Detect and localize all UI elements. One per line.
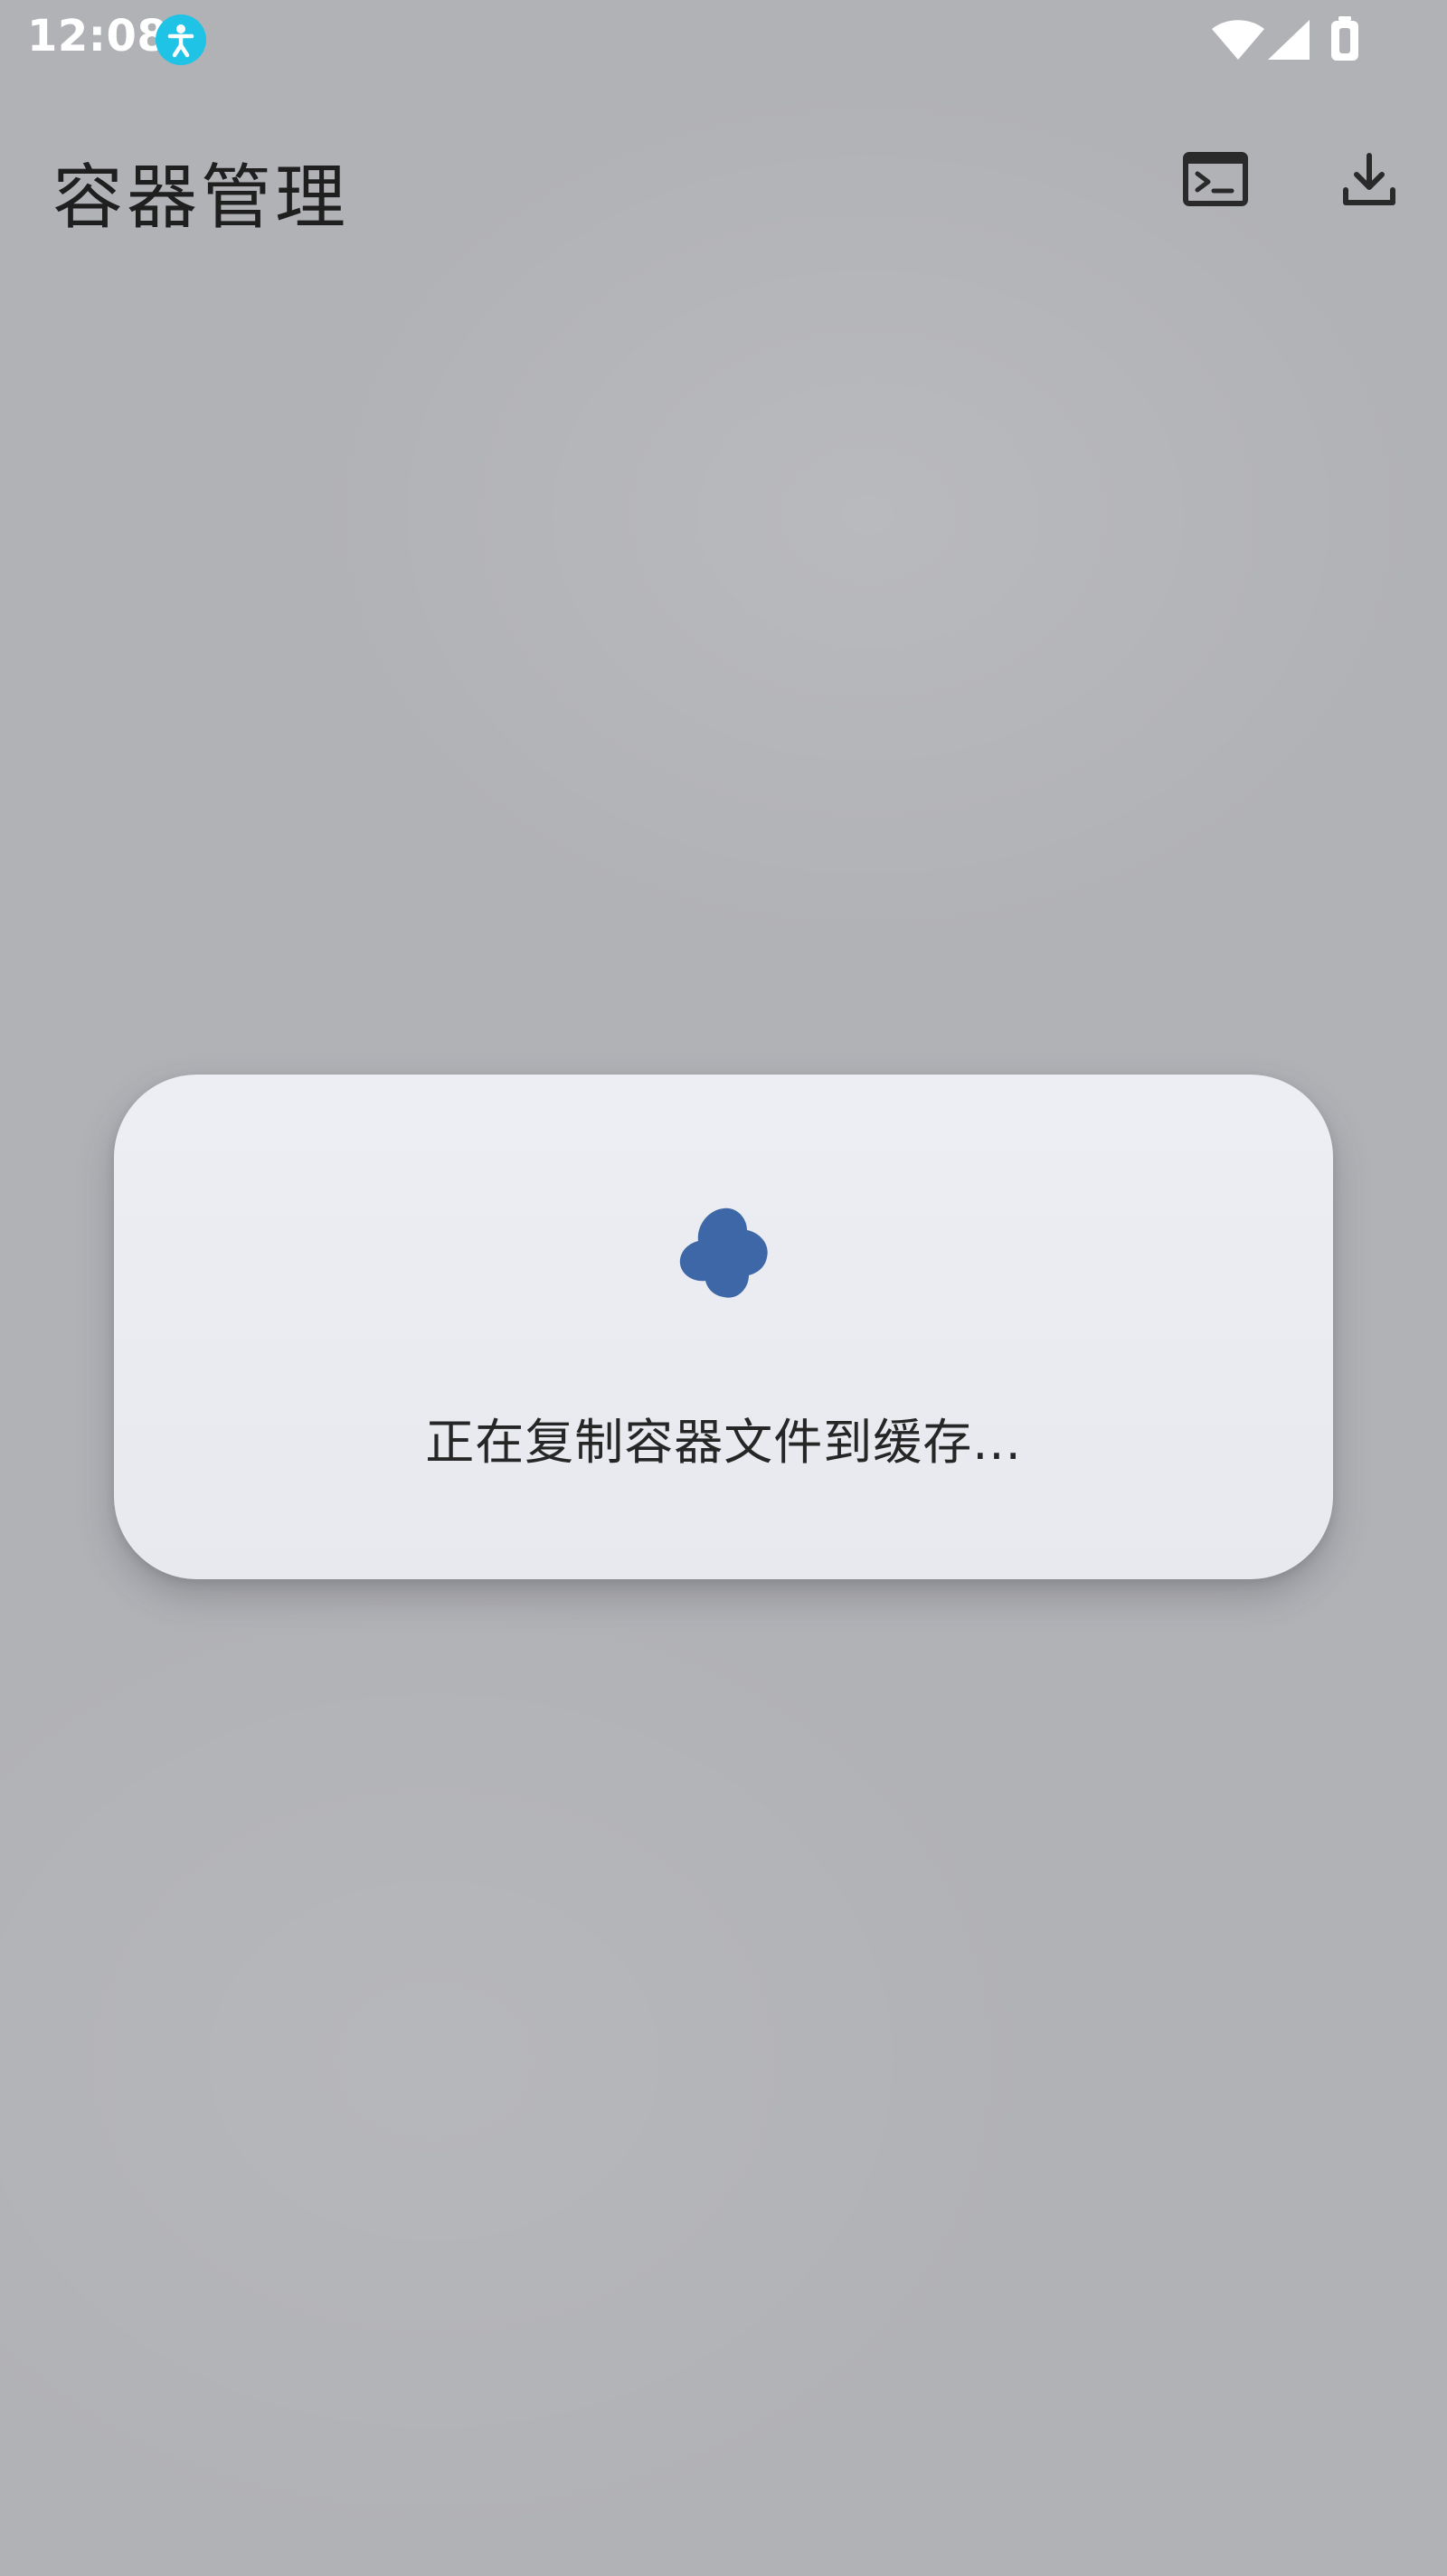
download-button[interactable] — [1315, 127, 1423, 235]
battery-icon — [1329, 16, 1360, 65]
loading-spinner-icon — [669, 1199, 778, 1308]
download-icon — [1340, 150, 1398, 212]
terminal-icon — [1183, 152, 1248, 210]
page-title: 容器管理 — [52, 157, 350, 239]
status-time: 12:08 — [27, 11, 168, 62]
accessibility-icon — [156, 14, 206, 65]
screen: 12:08 容器管理 正在复制容器文件到缓存... — [0, 0, 1447, 2576]
loading-dialog: 正在复制容器文件到缓存... — [114, 1075, 1333, 1579]
terminal-button[interactable] — [1161, 127, 1270, 235]
cellular-signal-icon — [1268, 20, 1310, 63]
status-bar: 12:08 — [0, 0, 1447, 80]
wifi-icon — [1212, 20, 1264, 63]
loading-message: 正在复制容器文件到缓存... — [425, 1414, 1022, 1471]
app-bar: 容器管理 — [0, 99, 1447, 262]
